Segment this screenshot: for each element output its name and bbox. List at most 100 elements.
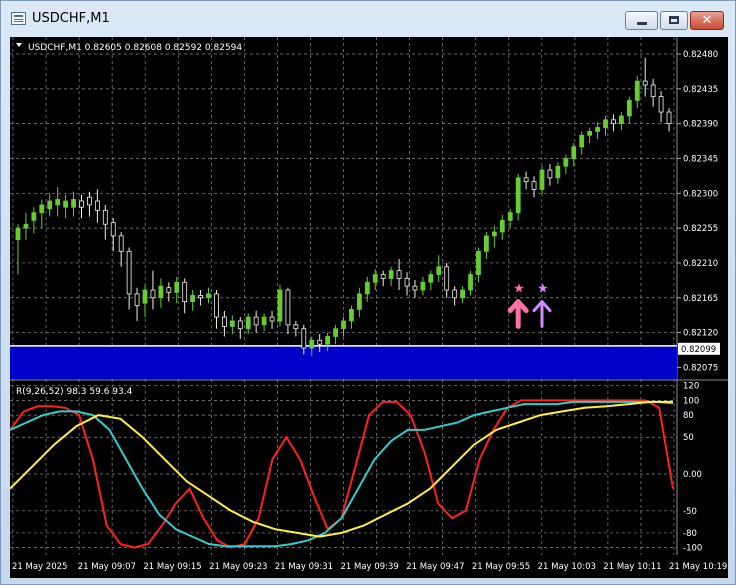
indicator-tick-label: -50 (683, 507, 697, 517)
candle-body (245, 316, 251, 330)
time-tick-label: 21 May 09:39 (341, 562, 399, 572)
candle-body (364, 281, 370, 295)
close-icon: ✕ (701, 13, 713, 28)
candle-body (547, 169, 553, 179)
candle-body (468, 274, 473, 291)
candle-body (174, 281, 180, 293)
time-tick-label: 21 May 10:19 (669, 562, 727, 572)
axis-layer: 0.82480 0.82435 0.82390 0.82345 0.82300 0.822… (12, 50, 727, 572)
candle-body (476, 250, 481, 275)
window-title: USDCHF,M1 (32, 11, 110, 26)
candle-body (388, 270, 394, 279)
time-tick-label: 21 May 09:15 (143, 562, 201, 572)
candle-body (396, 270, 402, 279)
candle-body (436, 266, 442, 275)
chart-area[interactable]: ★ ★ 0.82480 0.82435 0.82390 0.82345 0.82300 0.… (9, 37, 728, 578)
candle-body (658, 96, 664, 113)
price-tick-label: 0.82390 (683, 120, 718, 130)
candle-body (523, 177, 529, 183)
candle-body (309, 339, 315, 349)
candle-body (642, 80, 648, 86)
price-tick-label: 0.82480 (683, 50, 718, 60)
candle-body (285, 289, 291, 326)
indicator-tick-label: 80 (683, 411, 694, 421)
signal-arrow-up-icon (532, 300, 552, 328)
price-tick-label: 0.82255 (683, 224, 718, 234)
current-price-label: 0.82099 (681, 345, 716, 355)
collapse-triangle-icon[interactable] (16, 43, 22, 47)
candle-body (420, 281, 426, 291)
candle-body (301, 328, 307, 349)
candle-body (618, 115, 624, 125)
candle-body (102, 209, 108, 225)
grid-layer (10, 37, 728, 555)
candle-body (229, 320, 235, 327)
price-tick-label: 0.82165 (683, 294, 718, 304)
maximize-icon (669, 16, 679, 24)
candle-body (261, 316, 267, 326)
close-button[interactable]: ✕ (690, 11, 724, 30)
candle-body (206, 293, 211, 299)
candle-body (531, 181, 537, 190)
indicator-tick-label: -80 (683, 529, 697, 539)
signal-star-icon: ★ (537, 281, 549, 296)
candle-body (71, 199, 76, 208)
candle-body (317, 339, 323, 345)
candle-body (507, 212, 513, 221)
blue-band (10, 345, 677, 379)
candle-body (555, 165, 561, 179)
candle-body (404, 278, 410, 287)
minimize-button[interactable] (625, 11, 658, 30)
candle-body (650, 84, 656, 97)
candle-body (491, 231, 497, 237)
time-tick-label: 21 May 2025 (12, 562, 67, 572)
indicator-tick-label: -100 (683, 544, 702, 554)
time-tick-label: 21 May 10:03 (538, 562, 596, 572)
candle-body (380, 274, 386, 279)
candle-body (31, 212, 37, 221)
candle-body (277, 289, 283, 322)
candle-body (428, 274, 434, 283)
candle-body (222, 316, 227, 327)
candle-body (412, 285, 418, 291)
candle-body (198, 295, 203, 299)
chart-window: USDCHF,M1 ✕ ★ ★ 0.82480 0.82435 0.82390 0.82… (0, 0, 736, 585)
time-tick-label: 21 May 09:31 (275, 562, 333, 572)
candle-body (214, 293, 219, 318)
candle-body (150, 289, 156, 299)
candle-body (452, 289, 458, 299)
candle-body (166, 287, 172, 293)
candle-body (372, 274, 378, 283)
price-tick-label: 0.82435 (683, 85, 718, 95)
chart-window-icon (11, 12, 26, 25)
candle-body (79, 200, 84, 208)
candle-body (39, 204, 45, 214)
candle-body (87, 196, 92, 206)
indicator-tick-label: 100 (683, 396, 699, 406)
price-tick-label: 0.82345 (683, 154, 718, 164)
candle-body (626, 100, 632, 117)
signals-layer: ★ ★ (507, 281, 552, 329)
candle-body (158, 285, 164, 299)
candle-body (634, 80, 640, 101)
title-bar[interactable]: USDCHF,M1 ✕ (1, 1, 735, 37)
candle-body (666, 111, 672, 125)
candle-body (293, 324, 299, 330)
candle-body (15, 227, 21, 241)
candle-body (47, 200, 53, 210)
candle-body (182, 281, 188, 303)
candle-body (579, 134, 585, 148)
candle-body (563, 158, 569, 167)
candle-body (94, 200, 100, 211)
maximize-button[interactable] (660, 11, 688, 30)
price-tick-label: 0.82210 (683, 259, 718, 269)
time-tick-label: 21 May 09:07 (78, 562, 136, 572)
indicator-header: R(9,26,52) 98.3 59.6 93.4 (16, 387, 133, 397)
chart-svg[interactable]: ★ ★ 0.824800.824350.823900.823450.823000.… (9, 37, 728, 578)
candle-body (499, 219, 505, 233)
candle-body (444, 266, 450, 291)
signal-star-icon: ★ (513, 281, 525, 296)
candle-body (611, 119, 616, 125)
candle-body (142, 289, 148, 304)
candle-body (595, 127, 600, 132)
